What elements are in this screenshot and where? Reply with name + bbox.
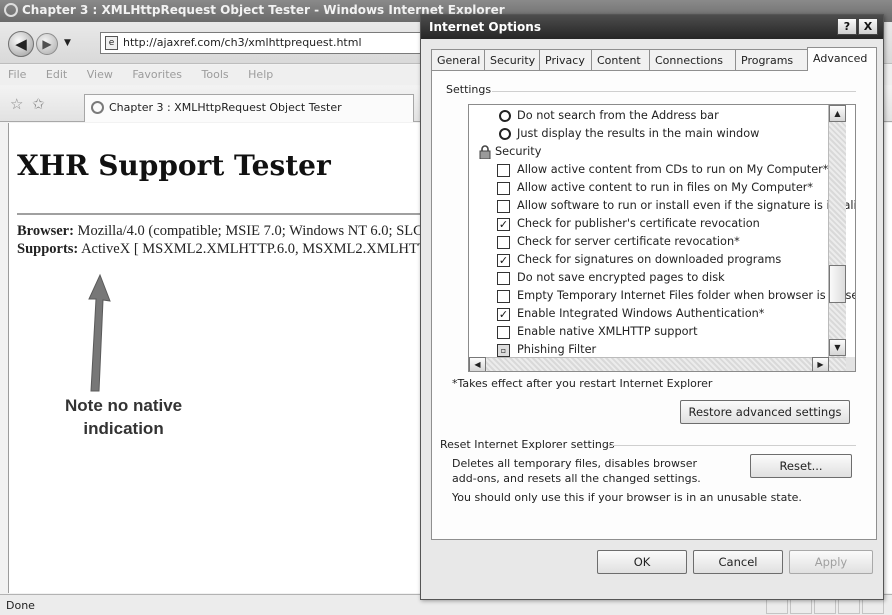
checkbox[interactable]: [497, 236, 510, 249]
menu-file[interactable]: File: [8, 68, 26, 81]
setting-label: Do not save encrypted pages to disk: [517, 271, 725, 284]
status-cell: [766, 598, 788, 614]
setting-label: Allow software to run or install even if…: [517, 199, 856, 212]
setting-label: Enable Integrated Windows Authentication…: [517, 307, 765, 320]
group-divider: [608, 445, 856, 446]
lock-icon: [479, 145, 491, 159]
browser-tab[interactable]: Chapter 3 : XMLHttpRequest Object Tester: [84, 94, 414, 122]
help-button[interactable]: ?: [837, 18, 857, 35]
status-cell: [790, 598, 812, 614]
status-text: Done: [6, 599, 35, 612]
setting-label: Empty Temporary Internet Files folder wh…: [517, 289, 856, 302]
add-favorites-icon[interactable]: ✩: [32, 95, 45, 113]
status-cell: [862, 598, 884, 614]
group-divider: [492, 91, 856, 92]
setting-label: Check for server certificate revocation*: [517, 235, 740, 248]
setting-label: Allow active content from CDs to run on …: [517, 163, 829, 176]
scroll-down-icon[interactable]: ▼: [829, 339, 846, 356]
menu-tools[interactable]: Tools: [202, 68, 229, 81]
supports-value: ActiveX [ MSXML2.XMLHTTP.6.0, MSXML2.XML…: [81, 241, 429, 257]
setting-label: Enable native XMLHTTP support: [517, 325, 698, 338]
setting-label: Check for signatures on downloaded progr…: [517, 253, 782, 266]
annotation-note-line2: indication: [83, 419, 164, 438]
partial-checkbox-icon[interactable]: ▫: [497, 344, 510, 357]
tab-privacy[interactable]: Privacy: [539, 49, 592, 71]
forward-button[interactable]: ▶: [36, 33, 58, 55]
restart-note: *Takes effect after you restart Internet…: [452, 377, 713, 390]
ie-logo-icon: [4, 3, 18, 17]
vertical-scrollbar[interactable]: ▲ ▼: [828, 105, 846, 357]
page-content-visible: XHR Support Tester Browser: Mozilla/4.0 …: [9, 123, 429, 593]
tab-security[interactable]: Security: [484, 49, 540, 71]
setting-label: Check for publisher's certificate revoca…: [517, 217, 760, 230]
setting-group-label: Security: [495, 145, 542, 158]
reset-button[interactable]: Reset...: [750, 454, 852, 478]
checkbox[interactable]: [497, 182, 510, 195]
tab-general[interactable]: General: [431, 49, 485, 71]
radio-button[interactable]: [499, 110, 511, 122]
supports-info: Supports: ActiveX [ MSXML2.XMLHTTP.6.0, …: [17, 241, 429, 258]
reset-warning: You should only use this if your browser…: [452, 491, 802, 504]
restore-advanced-button[interactable]: Restore advanced settings: [680, 400, 850, 424]
internet-options-dialog: Internet Options ? X General Security Pr…: [420, 14, 884, 600]
browser-tab-title: Chapter 3 : XMLHttpRequest Object Tester: [109, 101, 342, 114]
dialog-tab-strip: General Security Privacy Content Connect…: [431, 47, 877, 71]
checkbox[interactable]: [497, 164, 510, 177]
checkbox[interactable]: [497, 200, 510, 213]
checkbox-checked[interactable]: ✓: [497, 308, 510, 321]
tab-programs[interactable]: Programs: [735, 49, 808, 71]
settings-group-label: Settings: [446, 83, 496, 96]
close-button[interactable]: X: [858, 18, 878, 35]
tab-connections[interactable]: Connections: [649, 49, 736, 71]
setting-label: Allow active content to run in files on …: [517, 181, 814, 194]
scroll-left-icon[interactable]: ◀: [469, 357, 486, 371]
setting-label: Do not search from the Address bar: [517, 109, 719, 122]
browser-label: Browser:: [17, 223, 74, 239]
annotation-note: Note no native indication: [65, 394, 182, 440]
checkbox[interactable]: [497, 326, 510, 339]
page-heading: XHR Support Tester: [17, 149, 331, 182]
ok-button[interactable]: OK: [597, 550, 687, 574]
tab-advanced[interactable]: Advanced: [807, 47, 877, 71]
page-icon: e: [105, 36, 118, 50]
back-button[interactable]: ◀: [8, 31, 34, 57]
reset-description: Deletes all temporary files, disables br…: [452, 457, 701, 485]
status-cell: [814, 598, 836, 614]
address-field[interactable]: e http://ajaxref.com/ch3/xmlhttprequest.…: [100, 32, 430, 54]
chevron-down-icon[interactable]: ▼: [64, 38, 71, 48]
menu-help[interactable]: Help: [248, 68, 273, 81]
annotation-arrow-icon: [88, 273, 111, 392]
annotation-note-line1: Note no native: [65, 396, 183, 415]
tab-content[interactable]: Content: [591, 49, 650, 71]
settings-list[interactable]: Do not search from the Address bar Just …: [468, 104, 856, 372]
advanced-tab-panel: Settings Do not search from the Address …: [431, 70, 877, 540]
scrollbar-thumb[interactable]: [829, 265, 846, 303]
menu-favorites[interactable]: Favorites: [132, 68, 182, 81]
checkbox-checked[interactable]: ✓: [497, 254, 510, 267]
address-text: http://ajaxref.com/ch3/xmlhttprequest.ht…: [123, 36, 362, 49]
browser-info: Browser: Mozilla/4.0 (compatible; MSIE 7…: [17, 223, 429, 240]
menu-edit[interactable]: Edit: [46, 68, 67, 81]
dialog-title: Internet Options: [429, 20, 541, 34]
browser-value: Mozilla/4.0 (compatible; MSIE 7.0; Windo…: [77, 223, 429, 239]
ie-page-icon: [91, 101, 104, 114]
scroll-up-icon[interactable]: ▲: [829, 105, 846, 122]
supports-label: Supports:: [17, 241, 79, 257]
checkbox[interactable]: [497, 290, 510, 303]
reset-group-label: Reset Internet Explorer settings: [440, 438, 619, 451]
cancel-button[interactable]: Cancel: [693, 550, 783, 574]
apply-button[interactable]: Apply: [789, 550, 873, 574]
checkbox-checked[interactable]: ✓: [497, 218, 510, 231]
dialog-title-bar: Internet Options ? X: [421, 15, 883, 39]
favorites-star-icon[interactable]: ☆: [10, 95, 23, 113]
menu-view[interactable]: View: [87, 68, 113, 81]
scroll-right-icon[interactable]: ▶: [812, 357, 829, 371]
status-cell: [838, 598, 860, 614]
setting-label: Just display the results in the main win…: [517, 127, 760, 140]
radio-button[interactable]: [499, 128, 511, 140]
horizontal-scrollbar[interactable]: ◀ ▶: [469, 357, 846, 371]
checkbox[interactable]: [497, 272, 510, 285]
horizontal-rule: [17, 213, 429, 215]
scroll-corner: [846, 357, 855, 371]
